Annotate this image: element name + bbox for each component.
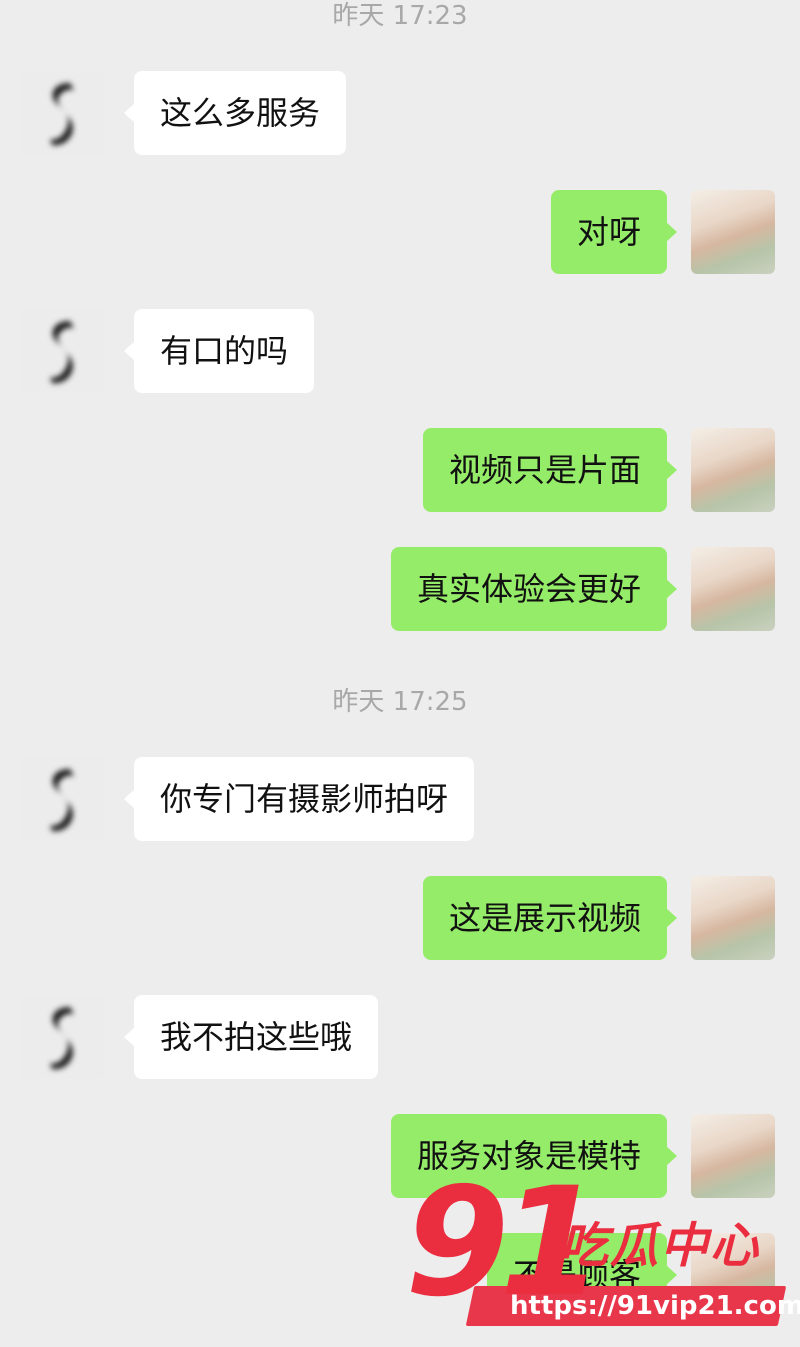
outgoing-message-bubble[interactable]: 这是展示视频 [422, 876, 678, 960]
message-row: 对呀 [0, 190, 800, 274]
incoming-message-bubble[interactable]: 我不拍这些哦 [123, 995, 379, 1079]
user-avatar[interactable] [691, 190, 775, 274]
contact-avatar[interactable] [20, 757, 104, 841]
timestamp: 昨天 17:25 [332, 687, 468, 717]
message-row: 这么多服务 [0, 71, 800, 155]
message-row: 我不拍这些哦 [0, 995, 800, 1079]
user-avatar[interactable] [691, 428, 775, 512]
message-row: 有口的吗 [0, 309, 800, 393]
watermark-title: 吃瓜中心 [560, 1218, 761, 1274]
blurred-avatar-image [50, 83, 74, 146]
outgoing-message-bubble[interactable]: 真实体验会更好 [390, 547, 678, 631]
chat-area[interactable]: 昨天 17:23 这么多服务 对呀 有口的吗 视频只是片面 真实体验会更好 昨天… [0, 0, 800, 1347]
user-avatar[interactable] [691, 1114, 775, 1198]
contact-avatar[interactable] [20, 71, 104, 155]
contact-avatar[interactable] [20, 995, 104, 1079]
message-row: 你专门有摄影师拍呀 [0, 757, 800, 841]
blurred-avatar-image [50, 321, 74, 384]
user-avatar[interactable] [691, 547, 775, 631]
message-row: 服务对象是模特 [0, 1114, 800, 1198]
blurred-avatar-image [50, 1007, 74, 1070]
outgoing-message-bubble[interactable]: 视频只是片面 [422, 428, 678, 512]
user-avatar[interactable] [691, 876, 775, 960]
message-row: 这是展示视频 [0, 876, 800, 960]
incoming-message-bubble[interactable]: 有口的吗 [123, 309, 315, 393]
blurred-avatar-image [50, 769, 74, 832]
outgoing-message-bubble[interactable]: 对呀 [550, 190, 678, 274]
timestamp: 昨天 17:23 [332, 1, 468, 31]
contact-avatar[interactable] [20, 309, 104, 393]
message-row: 视频只是片面 [0, 428, 800, 512]
incoming-message-bubble[interactable]: 这么多服务 [123, 71, 347, 155]
incoming-message-bubble[interactable]: 你专门有摄影师拍呀 [123, 757, 475, 841]
watermark-url: https://91vip21.com [510, 1291, 800, 1321]
message-row: 真实体验会更好 [0, 547, 800, 631]
